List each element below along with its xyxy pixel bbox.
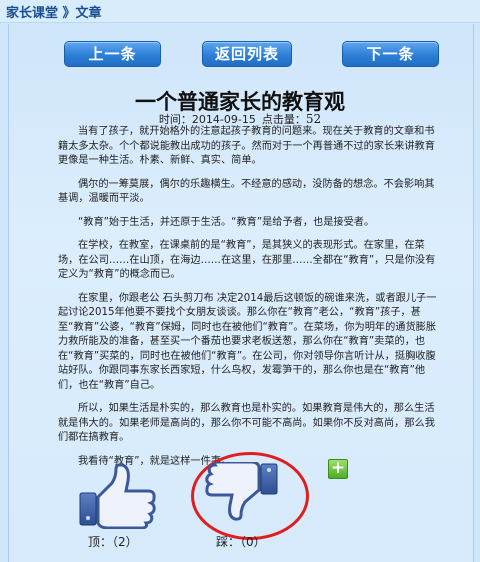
breadcrumb[interactable]: 家长课堂 》文章 bbox=[6, 2, 102, 21]
paragraph: 在家里，你跟老公 石头剪刀布 决定2014最后这顿饭的碗谁来洗，或者跟儿子一起讨… bbox=[58, 292, 437, 391]
plus-icon[interactable]: + bbox=[328, 459, 348, 479]
thumbs-down-icon[interactable] bbox=[205, 462, 280, 522]
paragraph: 当有了孩子，就开始格外的注意起孩子教育的问题来。现在关于教育的文章和书籍太多太杂… bbox=[58, 126, 435, 166]
thumbs-up-icon[interactable] bbox=[78, 463, 158, 529]
prev-button[interactable]: 上一条 bbox=[64, 41, 161, 67]
paragraph: 所以，如果生活是朴实的，那么教育也是朴实的。如果教育是伟大的，那么生活就是伟大的… bbox=[58, 403, 435, 443]
top-bar: 家长课堂 》文章 bbox=[0, 0, 480, 23]
paragraph: 在学校，在教室，在课桌前的是“教育”，是其狭义的表现形式。在家里，在菜场，在公司… bbox=[58, 240, 436, 280]
paragraph: “教育”始于生活，并还原于生活。“教育”是给予者，也是接受者。 bbox=[78, 216, 375, 228]
hits-count: 52 bbox=[305, 112, 322, 126]
paragraph: 偶尔的一筹莫展，偶尔的乐趣横生。不经意的感动，没防备的想念。不会影响其基调，温暖… bbox=[58, 178, 435, 205]
vote-down-label: 踩：（0） bbox=[216, 535, 266, 549]
back-to-list-button[interactable]: 返回列表 bbox=[202, 41, 292, 67]
next-button[interactable]: 下一条 bbox=[342, 41, 439, 67]
vote-up-label: 顶：（2） bbox=[88, 535, 138, 549]
article-body: 当有了孩子，就开始格外的注意起孩子教育的问题来。现在关于教育的文章和书籍太多太杂… bbox=[58, 125, 442, 478]
